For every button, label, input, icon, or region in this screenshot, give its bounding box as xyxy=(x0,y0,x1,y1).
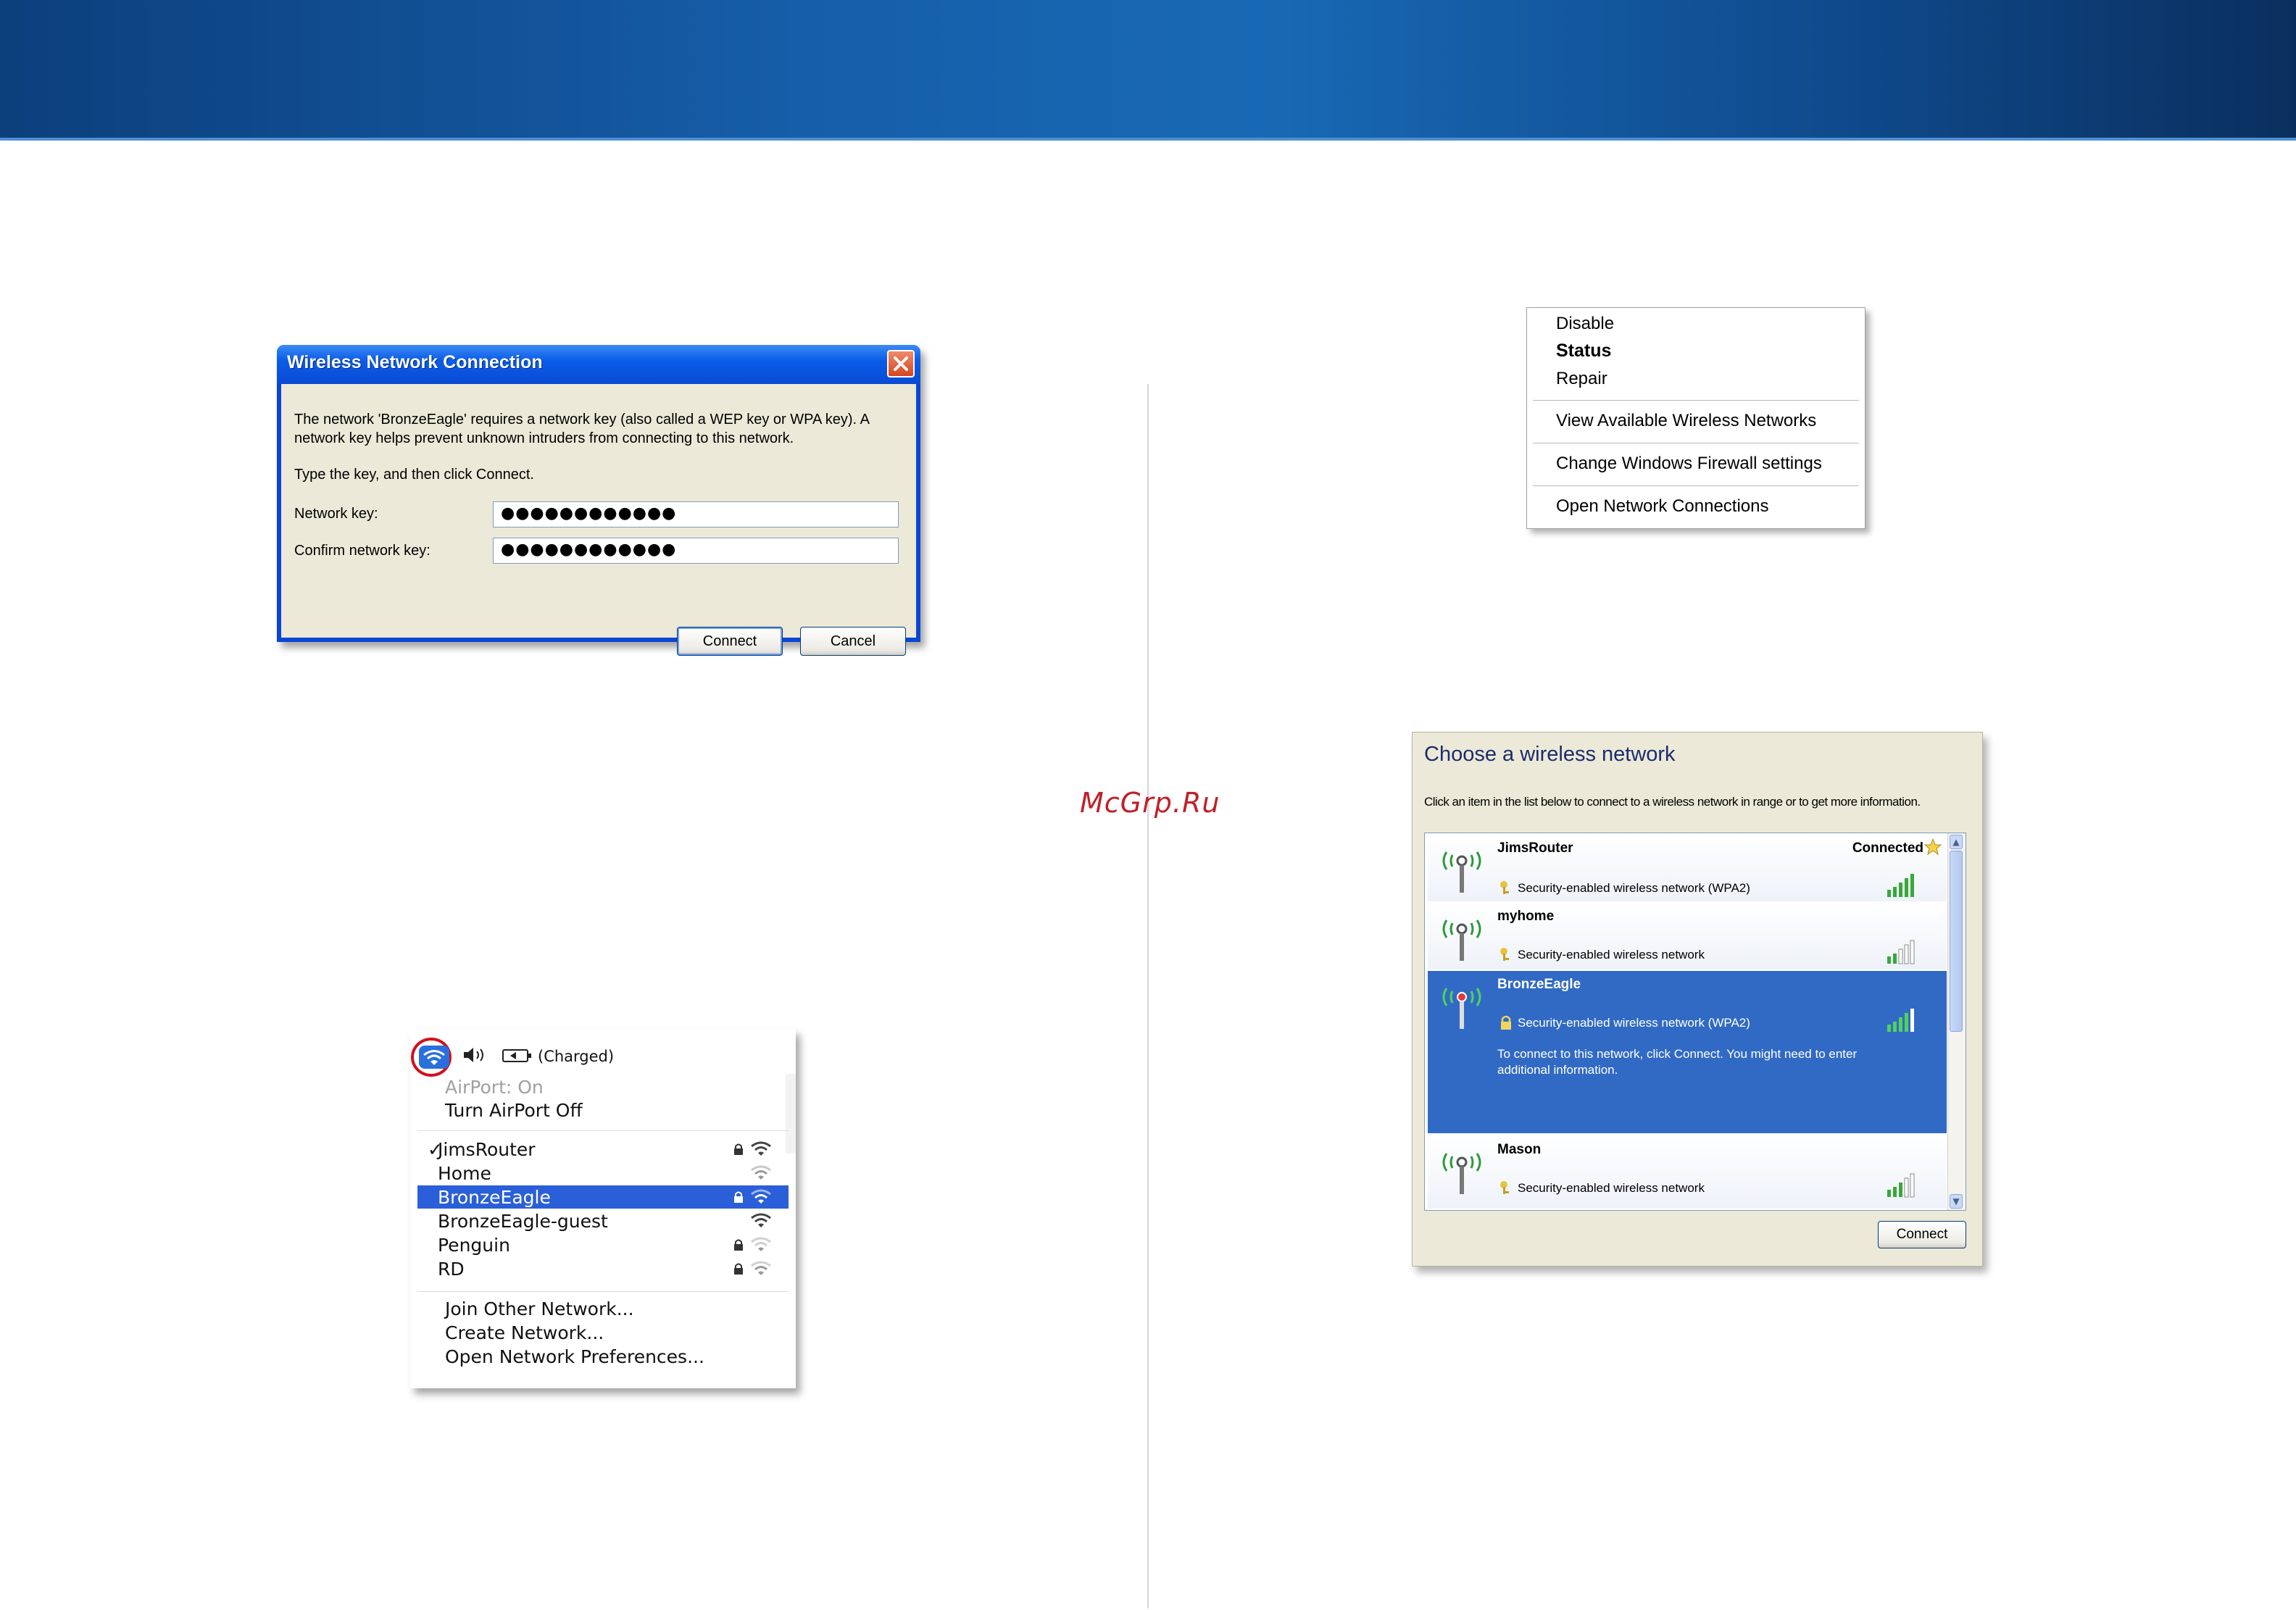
connect-hint: To connect to this network, click Connec… xyxy=(1497,1047,1858,1077)
wifi-signal-icon xyxy=(749,1140,773,1159)
network-item-bronzeeagle-guest[interactable]: BronzeEagle-guest xyxy=(417,1209,789,1232)
open-network-preferences-item[interactable]: Open Network Preferences... xyxy=(445,1346,704,1367)
security-key-icon xyxy=(1499,1180,1513,1198)
menu-separator xyxy=(417,1291,789,1292)
wireless-antenna-icon xyxy=(1436,978,1487,1036)
choose-network-title: Choose a wireless network xyxy=(1424,743,1676,766)
scroll-thumb[interactable] xyxy=(1950,851,1963,1032)
network-name: JimsRouter xyxy=(1497,841,1573,856)
network-context-menu: Disable Status Repair View Available Wir… xyxy=(1526,307,1865,529)
airport-status-icon[interactable] xyxy=(411,1038,452,1077)
security-text: Security-enabled wireless network xyxy=(1518,948,1705,962)
menu-item-open-network-connections[interactable]: Open Network Connections xyxy=(1556,496,1768,517)
star-icon xyxy=(1923,838,1942,859)
network-name: BronzeEagle xyxy=(438,1187,551,1208)
network-name: BronzeEagle-guest xyxy=(438,1211,608,1232)
wifi-signal-icon xyxy=(749,1212,773,1231)
network-key-field[interactable]: ●●●●●●●●●●●● xyxy=(493,501,899,527)
network-name: BronzeEagle xyxy=(1497,977,1581,992)
column-divider xyxy=(1147,384,1149,1609)
airport-status-text: AirPort: On xyxy=(445,1077,544,1098)
wifi-signal-icon xyxy=(749,1188,773,1207)
menu-item-view-available-networks[interactable]: View Available Wireless Networks xyxy=(1556,411,1816,431)
connect-button[interactable]: Connect xyxy=(677,627,783,656)
confirm-key-label: Confirm network key: xyxy=(294,543,430,559)
create-network-item[interactable]: Create Network... xyxy=(445,1322,604,1343)
network-entry-jimsrouter[interactable]: JimsRouter Connected Security-enabled wi… xyxy=(1428,835,1947,901)
watermark: McGrp.Ru xyxy=(1080,787,1220,819)
wireless-antenna-icon xyxy=(1436,1143,1487,1201)
network-key-label: Network key: xyxy=(294,506,378,522)
turn-airport-off-item[interactable]: Turn AirPort Off xyxy=(445,1100,583,1121)
network-name: Home xyxy=(438,1163,491,1184)
close-icon[interactable] xyxy=(887,350,915,378)
network-item-jimsrouter[interactable]: ✓ JimsRouter xyxy=(417,1138,789,1161)
security-text: Security-enabled wireless network (WPA2) xyxy=(1518,881,1750,895)
dialog-instruction: Type the key, and then click Connect. xyxy=(294,467,534,483)
signal-strength-icon xyxy=(1886,1172,1921,1201)
network-entry-bronzeeagle[interactable]: BronzeEagle Security-enabled wireless ne… xyxy=(1428,971,1947,1133)
menu-item-change-firewall-settings[interactable]: Change Windows Firewall settings xyxy=(1556,454,1822,474)
choose-network-connect-button[interactable]: Connect xyxy=(1878,1221,1966,1248)
menu-item-repair[interactable]: Repair xyxy=(1556,369,1607,389)
lock-icon xyxy=(733,1143,744,1159)
network-item-rd[interactable]: RD xyxy=(417,1257,789,1280)
network-name: Penguin xyxy=(438,1235,510,1256)
wifi-signal-icon xyxy=(749,1260,773,1279)
dialog-message-line2: network key helps prevent unknown intrud… xyxy=(294,430,794,446)
airport-menu: (Charged) AirPort: On Turn AirPort Off ✓… xyxy=(410,1029,796,1388)
wireless-network-list[interactable]: JimsRouter Connected Security-enabled wi… xyxy=(1424,833,1966,1211)
choose-network-description: Click an item in the list below to conne… xyxy=(1424,795,1921,809)
network-item-penguin[interactable]: Penguin xyxy=(417,1233,789,1256)
join-other-network-item[interactable]: Join Other Network... xyxy=(445,1298,634,1319)
wifi-signal-icon xyxy=(749,1164,773,1183)
security-text: Security-enabled wireless network xyxy=(1518,1181,1705,1195)
wireless-antenna-icon xyxy=(1436,910,1487,968)
security-lock-icon xyxy=(1499,1014,1513,1033)
signal-strength-icon xyxy=(1886,1007,1921,1036)
connection-status: Connected xyxy=(1852,841,1923,856)
wireless-network-connection-dialog: Wireless Network Connection The network … xyxy=(277,345,920,656)
network-name: RD xyxy=(438,1259,465,1280)
network-entry-myhome[interactable]: myhome Security-enabled wireless network xyxy=(1428,903,1947,969)
wireless-antenna-icon xyxy=(1436,842,1487,900)
battery-icon[interactable] xyxy=(502,1048,533,1067)
scroll-up-icon[interactable]: ▲ xyxy=(1950,835,1963,849)
choose-wireless-network-window: Choose a wireless network Click an item … xyxy=(1412,732,1983,1267)
scroll-down-icon[interactable]: ▼ xyxy=(1950,1194,1963,1209)
dialog-body: The network 'BronzeEagle' requires a net… xyxy=(281,384,916,656)
network-item-home[interactable]: Home xyxy=(417,1161,789,1185)
menu-item-status[interactable]: Status xyxy=(1556,341,1611,362)
mac-menubar: (Charged) xyxy=(410,1029,796,1077)
security-text: Security-enabled wireless network (WPA2) xyxy=(1518,1016,1750,1030)
confirm-key-field[interactable]: ●●●●●●●●●●●● xyxy=(493,538,899,564)
lock-icon xyxy=(733,1262,744,1278)
signal-strength-icon xyxy=(1886,939,1921,968)
menu-separator xyxy=(1533,400,1859,401)
menu-item-disable[interactable]: Disable xyxy=(1556,314,1614,334)
menu-separator xyxy=(1533,485,1859,486)
dialog-message-line1: The network 'BronzeEagle' requires a net… xyxy=(294,412,870,427)
battery-status: (Charged) xyxy=(538,1048,615,1065)
volume-icon[interactable] xyxy=(462,1046,488,1067)
lock-icon xyxy=(733,1238,744,1254)
list-scrollbar[interactable]: ▲ ▼ xyxy=(1947,833,1966,1210)
security-key-icon xyxy=(1499,880,1513,898)
network-name: JimsRouter xyxy=(438,1139,536,1160)
dialog-title: Wireless Network Connection xyxy=(287,352,543,372)
lock-icon xyxy=(733,1190,744,1206)
signal-strength-icon xyxy=(1886,872,1921,901)
security-key-icon xyxy=(1499,946,1513,965)
menu-separator xyxy=(417,1130,789,1131)
dialog-titlebar: Wireless Network Connection xyxy=(277,345,920,384)
wifi-signal-icon xyxy=(749,1236,773,1255)
cancel-button[interactable]: Cancel xyxy=(800,627,906,656)
network-name: Mason xyxy=(1497,1142,1542,1157)
network-entry-mason[interactable]: Mason Security-enabled wireless network xyxy=(1428,1136,1947,1209)
network-item-bronzeeagle[interactable]: BronzeEagle xyxy=(417,1185,789,1209)
header-banner xyxy=(0,0,2296,141)
network-name: myhome xyxy=(1497,909,1555,924)
